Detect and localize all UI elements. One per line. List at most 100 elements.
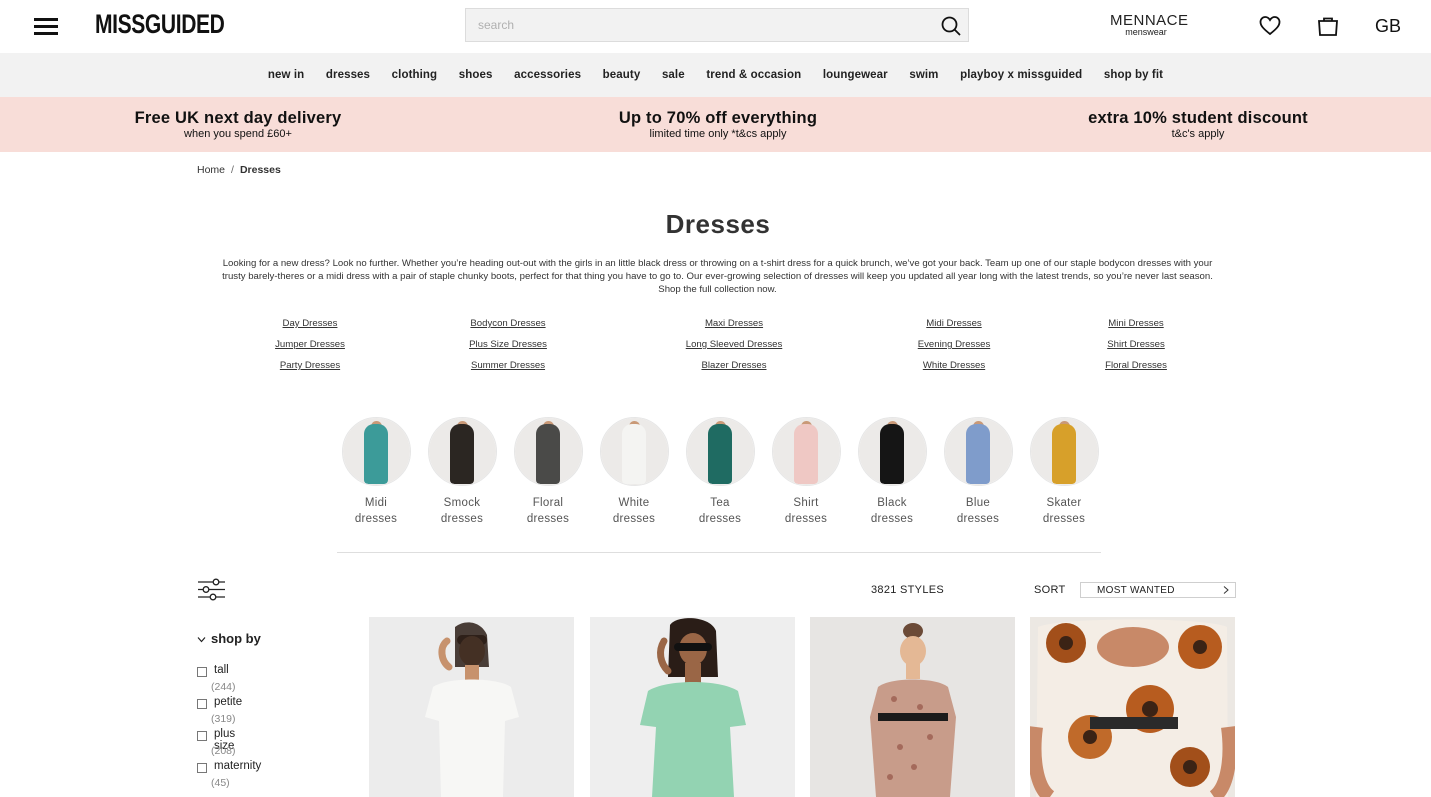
site-header: MISSGUIDED MENNACE menswear GB — [0, 0, 1431, 53]
circle-label: Black dresses — [870, 497, 914, 525]
sort-dropdown[interactable]: MOST WANTED — [1080, 582, 1236, 598]
circle-tea-dresses[interactable]: Tea dresses — [675, 417, 765, 527]
circle-label: Midi dresses — [354, 497, 398, 525]
nav-item-trend-occasion[interactable]: trend & occasion — [706, 69, 801, 81]
link-long-sleeved-dresses[interactable]: Long Sleeved Dresses — [644, 334, 824, 355]
mennace-link[interactable]: MENNACE menswear — [1110, 13, 1188, 37]
search-icon[interactable] — [940, 15, 962, 37]
nav-item-shop-by-fit[interactable]: shop by fit — [1104, 69, 1163, 81]
promo-subtitle: when you spend £60+ — [184, 128, 292, 140]
promo-banner: Free UK next day delivery when you spend… — [0, 97, 1431, 152]
circle-shirt-dresses[interactable]: Shirt dresses — [761, 417, 851, 527]
chevron-down-icon — [197, 637, 206, 643]
dress-figure — [536, 424, 560, 484]
link-maxi-dresses[interactable]: Maxi Dresses — [644, 313, 824, 334]
menu-icon[interactable] — [34, 17, 58, 35]
link-blazer-dresses[interactable]: Blazer Dresses — [644, 355, 824, 376]
link-shirt-dresses[interactable]: Shirt Dresses — [1046, 334, 1226, 355]
nav-item-loungewear[interactable]: loungewear — [823, 69, 888, 81]
shop-by-toggle[interactable]: shop by — [197, 631, 261, 646]
filter-name[interactable]: petite — [214, 696, 242, 708]
circle-white-dresses[interactable]: White dresses — [589, 417, 679, 527]
circle-label: Skater dresses — [1042, 497, 1086, 525]
category-thumbnail — [943, 417, 1013, 486]
nav-item-sale[interactable]: sale — [662, 69, 685, 81]
filter-name[interactable]: maternity — [214, 760, 261, 772]
breadcrumb-separator: / — [231, 164, 234, 176]
circle-label: Blue dresses — [956, 497, 1000, 525]
link-bodycon-dresses[interactable]: Bodycon Dresses — [418, 313, 598, 334]
dress-figure — [794, 424, 818, 484]
category-thumbnail — [599, 417, 669, 486]
filter-checkbox[interactable] — [197, 667, 207, 677]
product-card[interactable] — [590, 617, 795, 797]
filter-sliders-icon[interactable] — [197, 578, 226, 601]
site-logo[interactable]: MISSGUIDED — [95, 9, 225, 40]
product-card[interactable] — [1030, 617, 1235, 797]
promo-title: Up to 70% off everything — [618, 109, 818, 127]
category-thumbnail — [685, 417, 755, 486]
circle-label: White dresses — [612, 497, 656, 525]
divider — [337, 552, 1101, 553]
circle-smock-dresses[interactable]: Smock dresses — [417, 417, 507, 527]
filter-count: (244) — [211, 681, 236, 693]
link-midi-dresses[interactable]: Midi Dresses — [864, 313, 1044, 334]
link-mini-dresses[interactable]: Mini Dresses — [1046, 313, 1226, 334]
dress-figure — [708, 424, 732, 484]
circle-midi-dresses[interactable]: Midi dresses — [331, 417, 421, 527]
promo-title: Free UK next day delivery — [134, 109, 342, 127]
circle-blue-dresses[interactable]: Blue dresses — [933, 417, 1023, 527]
mennace-subtitle: menswear — [1125, 27, 1167, 37]
breadcrumb-home[interactable]: Home — [197, 164, 225, 176]
nav-item-swim[interactable]: swim — [909, 69, 938, 81]
page-intro: Looking for a new dress? Look no further… — [222, 258, 1213, 295]
sort-label: SORT — [1034, 584, 1066, 596]
link-white-dresses[interactable]: White Dresses — [864, 355, 1044, 376]
filter-checkbox[interactable] — [197, 731, 207, 741]
filter-count: (208) — [211, 745, 236, 757]
circle-black-dresses[interactable]: Black dresses — [847, 417, 937, 527]
link-plus-size-dresses[interactable]: Plus Size Dresses — [418, 334, 598, 355]
circle-floral-dresses[interactable]: Floral dresses — [503, 417, 593, 527]
promo-subtitle: t&c's apply — [1171, 128, 1225, 140]
page-title: Dresses — [665, 209, 771, 239]
dress-figure — [1052, 424, 1076, 484]
shopping-bag-icon[interactable] — [1316, 14, 1340, 38]
promo-sale[interactable]: Up to 70% off everything limited time on… — [553, 109, 883, 140]
nav-item-accessories[interactable]: accessories — [514, 69, 581, 81]
filter-count: (45) — [211, 777, 230, 789]
nav-item-dresses[interactable]: dresses — [326, 69, 370, 81]
product-card[interactable] — [369, 617, 574, 797]
filter-checkbox[interactable] — [197, 763, 207, 773]
link-floral-dresses[interactable]: Floral Dresses — [1046, 355, 1226, 376]
search-input[interactable] — [476, 17, 920, 33]
link-day-dresses[interactable]: Day Dresses — [220, 313, 400, 334]
product-image — [810, 617, 1015, 797]
filter-checkbox[interactable] — [197, 699, 207, 709]
nav-item-shoes[interactable]: shoes — [459, 69, 493, 81]
category-thumbnail — [1029, 417, 1099, 486]
wishlist-heart-icon[interactable] — [1258, 14, 1282, 38]
link-summer-dresses[interactable]: Summer Dresses — [418, 355, 598, 376]
region-selector[interactable]: GB — [1375, 16, 1401, 37]
filter-name[interactable]: tall — [214, 664, 229, 676]
category-thumbnail — [341, 417, 411, 486]
promo-delivery[interactable]: Free UK next day delivery when you spend… — [73, 109, 403, 140]
product-card[interactable] — [810, 617, 1015, 797]
nav-item-beauty[interactable]: beauty — [603, 69, 641, 81]
circle-label: Floral dresses — [526, 497, 570, 525]
link-evening-dresses[interactable]: Evening Dresses — [864, 334, 1044, 355]
product-image — [590, 617, 795, 797]
product-image — [369, 617, 574, 797]
nav-item-playboy[interactable]: playboy x missguided — [960, 69, 1082, 81]
link-jumper-dresses[interactable]: Jumper Dresses — [220, 334, 400, 355]
link-party-dresses[interactable]: Party Dresses — [220, 355, 400, 376]
promo-student[interactable]: extra 10% student discount t&c's apply — [1033, 109, 1363, 140]
search-bar — [465, 8, 969, 42]
circle-skater-dresses[interactable]: Skater dresses — [1019, 417, 1109, 527]
sort-value: MOST WANTED — [1097, 585, 1175, 596]
nav-item-new-in[interactable]: new in — [268, 69, 304, 81]
nav-item-clothing[interactable]: clothing — [392, 69, 438, 81]
dress-figure — [450, 424, 474, 484]
dress-figure — [880, 424, 904, 484]
